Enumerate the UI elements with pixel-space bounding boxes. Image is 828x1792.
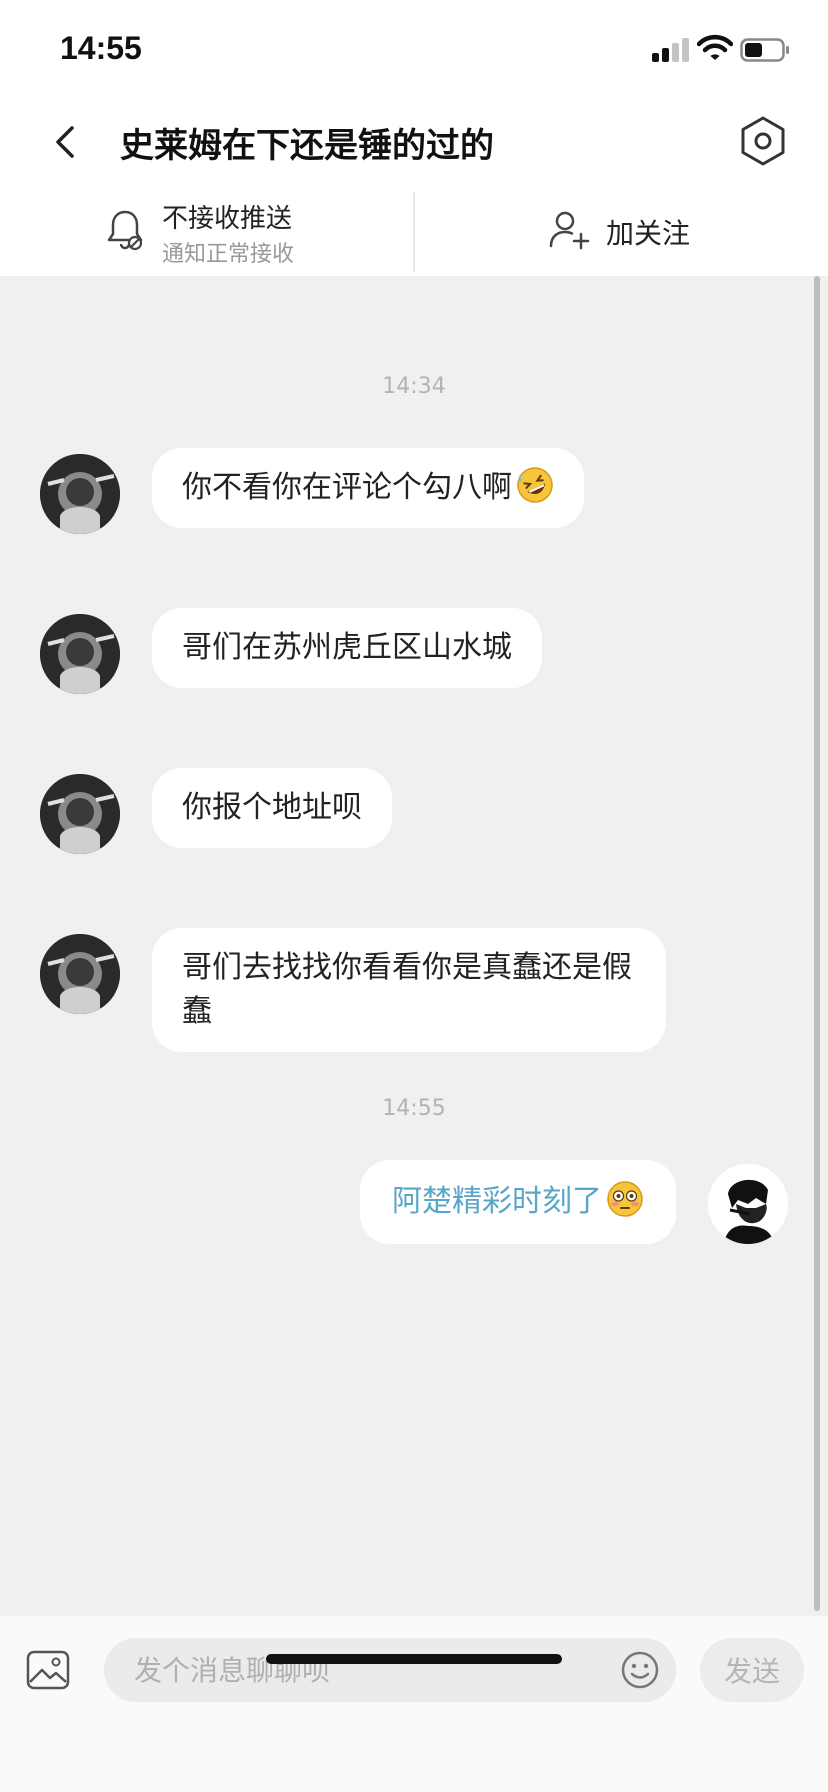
incoming-message: 哥们在苏州虎丘区山水城 [152,608,542,688]
status-time: 14:55 [60,30,142,66]
message-text: 哥们去找找你看看你是真蠢还是假蠢 [182,950,632,1029]
astronaut-avatar-icon [40,774,120,854]
message-text: 哥们在苏州虎丘区山水城 [182,630,512,665]
emoji-button[interactable] [620,1650,660,1690]
outgoing-message: 阿楚精彩时刻了 [360,1160,676,1244]
push-sublabel: 通知正常接收 [162,242,295,267]
sender-avatar[interactable] [40,454,120,534]
battery-icon [740,38,789,62]
incoming-message: 你不看你在评论个勾八啊 [152,448,584,528]
action-bar: 不接收推送 通知正常接收 加关注 [0,186,828,276]
mute-push-button[interactable]: 不接收推送 通知正常接收 [100,186,360,276]
scrollbar[interactable] [814,276,820,1611]
sender-avatar[interactable] [40,614,120,694]
cellular-signal-icon [652,38,692,62]
flushed-face-emoji-icon [607,1181,643,1217]
status-bar: 14:55 [0,0,828,96]
message-composer: 发送 [0,1616,828,1792]
portrait-avatar-icon [708,1164,788,1244]
astronaut-avatar-icon [40,614,120,694]
astronaut-avatar-icon [40,454,120,534]
message-list[interactable]: 14:34 你不看你在评论个勾八啊 哥们在苏州虎丘区山水城 你报个地址呗 哥们去… [0,276,828,1616]
message-text: 阿楚精彩时刻了 [392,1184,602,1219]
message-text: 你报个地址呗 [182,790,362,825]
message-text: 你不看你在评论个勾八啊 [182,470,512,505]
timestamp-separator: 14:55 [382,1096,446,1121]
rolling-laughing-emoji-icon [517,467,553,503]
push-label: 不接收推送 [162,204,293,234]
bell-muted-icon [107,210,143,251]
settings-button[interactable] [736,114,790,168]
message-input[interactable] [104,1638,676,1702]
incoming-message: 你报个地址呗 [152,768,392,848]
add-user-icon [549,211,590,250]
self-avatar[interactable] [708,1164,788,1244]
home-indicator [266,1654,562,1664]
send-button[interactable]: 发送 [700,1638,804,1702]
incoming-message: 哥们去找找你看看你是真蠢还是假蠢 [152,928,666,1052]
chat-header: 史莱姆在下还是锤的过的 [0,96,828,186]
follow-button[interactable]: 加关注 [548,186,748,276]
back-button[interactable] [40,116,90,166]
wifi-icon [697,34,733,60]
timestamp-separator: 14:34 [382,374,446,399]
follow-label: 加关注 [606,217,691,250]
divider [413,192,415,272]
sender-avatar[interactable] [40,934,120,1014]
sender-avatar[interactable] [40,774,120,854]
chat-title: 史莱姆在下还是锤的过的 [120,126,494,166]
image-picker-button[interactable] [26,1648,70,1692]
astronaut-avatar-icon [40,934,120,1014]
